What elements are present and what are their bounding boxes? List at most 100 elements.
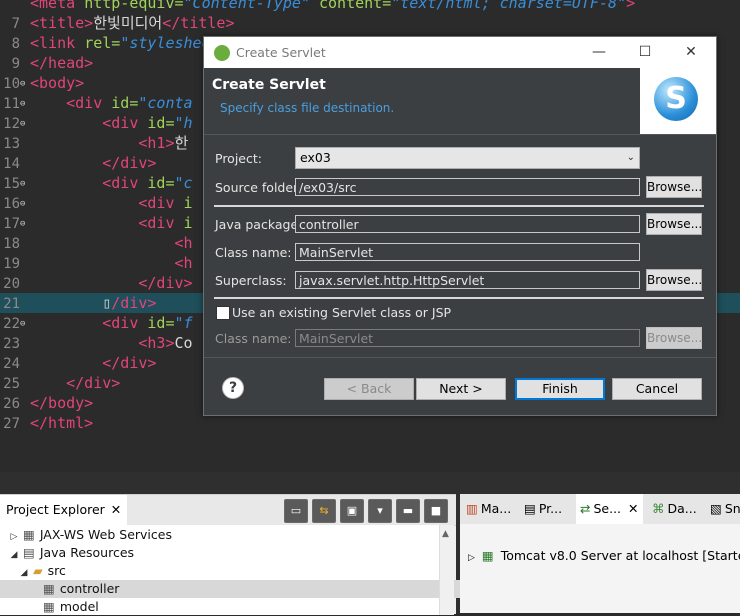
view-menu-icon[interactable]: ▾ — [368, 499, 392, 523]
code-line[interactable]: 27 </html> — [0, 413, 740, 433]
class-name-label: Class name: — [215, 245, 292, 260]
dialog-titlebar[interactable]: Create Servlet — ☐ ✕ — [204, 37, 716, 68]
tab-snippets[interactable]: ▧ Sn — [710, 494, 740, 524]
project-tree[interactable]: ▷ ▦ JAX-WS Web Services ◢ ▤ Java Resources ◢ ▰ s… — [0, 525, 468, 615]
code-token: </div> — [138, 274, 193, 292]
code-token: <title> — [30, 14, 94, 32]
fold-toggle-icon[interactable]: ⊖ — [20, 174, 30, 194]
server-row[interactable]: ▷ ▦ Tomcat v8.0 Server at localhost [Sta… — [468, 548, 740, 563]
line-number: 24 — [3, 356, 20, 372]
line-number: 18 — [3, 236, 20, 252]
code-token: "h — [174, 114, 193, 132]
code-token: </div> — [102, 154, 157, 172]
servers-icon: ⇄ — [580, 501, 591, 516]
class-name-input[interactable]: MainServlet — [295, 243, 640, 261]
wizard-banner: Create Servlet Specify class file destin… — [204, 68, 716, 135]
tree-item[interactable]: ▦ model — [0, 598, 468, 616]
line-number: 10 — [3, 76, 20, 92]
java-package-browse-button[interactable]: Browse... — [646, 213, 702, 235]
cancel-button[interactable]: Cancel — [612, 378, 702, 400]
scroll-up-icon[interactable]: ▲ — [442, 529, 449, 539]
maximize-window-button[interactable]: ☐ — [622, 37, 668, 68]
code-token: i — [183, 194, 193, 212]
fold-toggle-icon[interactable]: ⊖ — [20, 94, 30, 114]
tab-project-explorer[interactable]: Project Explorer ✕ — [0, 495, 128, 525]
link-with-editor-icon[interactable]: ⇆ — [312, 499, 336, 523]
wizard-heading: Create Servlet — [212, 77, 326, 93]
line-number: 16 — [3, 196, 20, 212]
minimize-window-button[interactable]: — — [576, 37, 622, 68]
close-icon[interactable]: ✕ — [628, 494, 638, 524]
tab-markers[interactable]: ▥ Ma... — [466, 494, 511, 524]
help-icon[interactable]: ? — [222, 377, 244, 399]
source-folder-input[interactable]: /ex03/src — [295, 178, 640, 196]
line-number: 8 — [11, 36, 20, 52]
project-combo[interactable]: ex03 ⌄ — [295, 147, 640, 169]
close-icon[interactable]: ✕ — [111, 495, 121, 525]
line-number: 17 — [3, 216, 20, 232]
code-token: rel= — [84, 34, 121, 52]
line-number: 9 — [11, 56, 20, 72]
tab-data-source[interactable]: ⌘ Da... — [652, 494, 697, 524]
fold-toggle-icon[interactable]: ⊖ — [20, 214, 30, 234]
use-existing-checkbox[interactable] — [216, 306, 230, 320]
line-number: 27 — [3, 416, 20, 432]
source-folder-browse-button[interactable]: Browse... — [646, 176, 702, 198]
use-existing-checkbox-label[interactable]: Use an existing Servlet class or JSP — [232, 305, 451, 320]
tree-item[interactable]: ◢ ▤ Java Resources — [0, 544, 448, 562]
code-token: > — [626, 0, 636, 12]
tomcat-server-icon: ▦ — [481, 548, 494, 563]
separator — [214, 297, 704, 299]
superclass-label: Superclass: — [215, 273, 287, 288]
code-token: </title> — [162, 14, 235, 32]
code-token: id= — [111, 94, 139, 112]
code-line[interactable]: <meta http-equiv="Content-Type" content=… — [0, 0, 740, 13]
code-token: <h3> — [138, 334, 175, 352]
finish-button[interactable]: Finish — [515, 378, 605, 400]
line-number: 15 — [3, 176, 20, 192]
fold-toggle-icon[interactable]: ⊖ — [20, 114, 30, 134]
next-button[interactable]: Next > — [416, 378, 506, 400]
superclass-browse-button[interactable]: Browse... — [646, 269, 702, 291]
code-token: "f — [174, 314, 193, 332]
code-token: "text/html; charset=UTF-8" — [391, 0, 627, 12]
project-label: Project: — [215, 151, 262, 166]
line-number: 21 — [3, 296, 20, 312]
code-token: <div — [138, 194, 184, 212]
tab-properties[interactable]: ▤ Pr... — [524, 494, 562, 524]
tree-item-label: model — [59, 599, 99, 614]
code-token: <link — [30, 34, 85, 52]
markers-icon: ▥ — [466, 501, 478, 516]
fold-toggle-icon[interactable]: ⊖ — [20, 314, 30, 334]
tree-scrollbar[interactable]: ▲ — [439, 525, 454, 615]
code-token: http-equiv= — [84, 0, 184, 12]
code-token: "conta — [138, 94, 193, 112]
tree-item[interactable]: ▦ controller — [0, 580, 468, 598]
fold-toggle-icon[interactable]: ⊖ — [20, 74, 30, 94]
expand-icon[interactable]: ▷ — [468, 553, 475, 563]
filter-icon[interactable]: ▣ — [340, 499, 364, 523]
minimize-icon[interactable]: ▬ — [396, 499, 420, 523]
dialog-window-title: Create Servlet — [236, 45, 326, 60]
existing-class-name-input: MainServlet — [295, 329, 640, 347]
tree-item[interactable]: ◢ ▰ src — [0, 562, 458, 580]
code-line[interactable]: 7 <title>한빛미디어</title> — [0, 13, 740, 33]
maximize-icon[interactable]: ■ — [424, 499, 448, 523]
superclass-input[interactable]: javax.servlet.http.HttpServlet — [295, 271, 640, 289]
java-package-input[interactable]: controller — [295, 215, 640, 233]
chevron-down-icon[interactable]: ⌄ — [627, 148, 635, 168]
tree-item-label: src — [47, 563, 66, 578]
tab-servers[interactable]: ⇄ Se... ✕ — [576, 494, 643, 524]
close-window-button[interactable]: ✕ — [668, 37, 714, 68]
fold-toggle-icon[interactable]: ⊖ — [20, 194, 30, 214]
tree-item[interactable]: ▷ ▦ JAX-WS Web Services — [0, 526, 448, 544]
line-number: 19 — [3, 256, 20, 272]
data-source-icon: ⌘ — [652, 501, 665, 516]
collapse-all-icon[interactable]: ▭ — [284, 499, 308, 523]
tree-item-label: JAX-WS Web Services — [39, 527, 172, 542]
